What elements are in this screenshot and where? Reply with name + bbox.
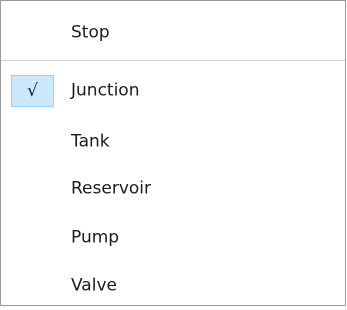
menu-item-label: Pump <box>71 227 120 248</box>
menu-item-label: Stop <box>71 22 110 43</box>
menu-item-label: Reservoir <box>71 178 151 199</box>
menu-item-label: Junction <box>71 80 140 101</box>
menu-item-stop[interactable]: Stop <box>1 9 345 57</box>
context-menu: Stop √ Junction Tank Reservoir Pump Valv… <box>0 0 346 306</box>
menu-item-junction[interactable]: Junction <box>1 67 345 115</box>
menu-item-label: Valve <box>71 275 117 296</box>
menu-item-label: Tank <box>71 131 110 152</box>
menu-item-reservoir[interactable]: Reservoir <box>1 165 345 213</box>
menu-item-pump[interactable]: Pump <box>1 214 345 262</box>
menu-item-tank[interactable]: Tank <box>1 118 345 166</box>
menu-item-valve[interactable]: Valve <box>1 262 345 310</box>
menu-separator <box>1 60 345 61</box>
